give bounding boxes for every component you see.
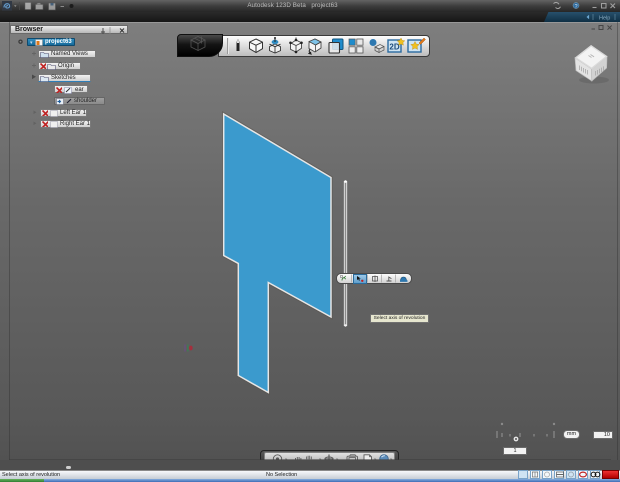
svg-text:?: ? — [574, 4, 577, 10]
svg-text:Help: Help — [599, 16, 610, 22]
svg-text:2D: 2D — [389, 43, 399, 52]
